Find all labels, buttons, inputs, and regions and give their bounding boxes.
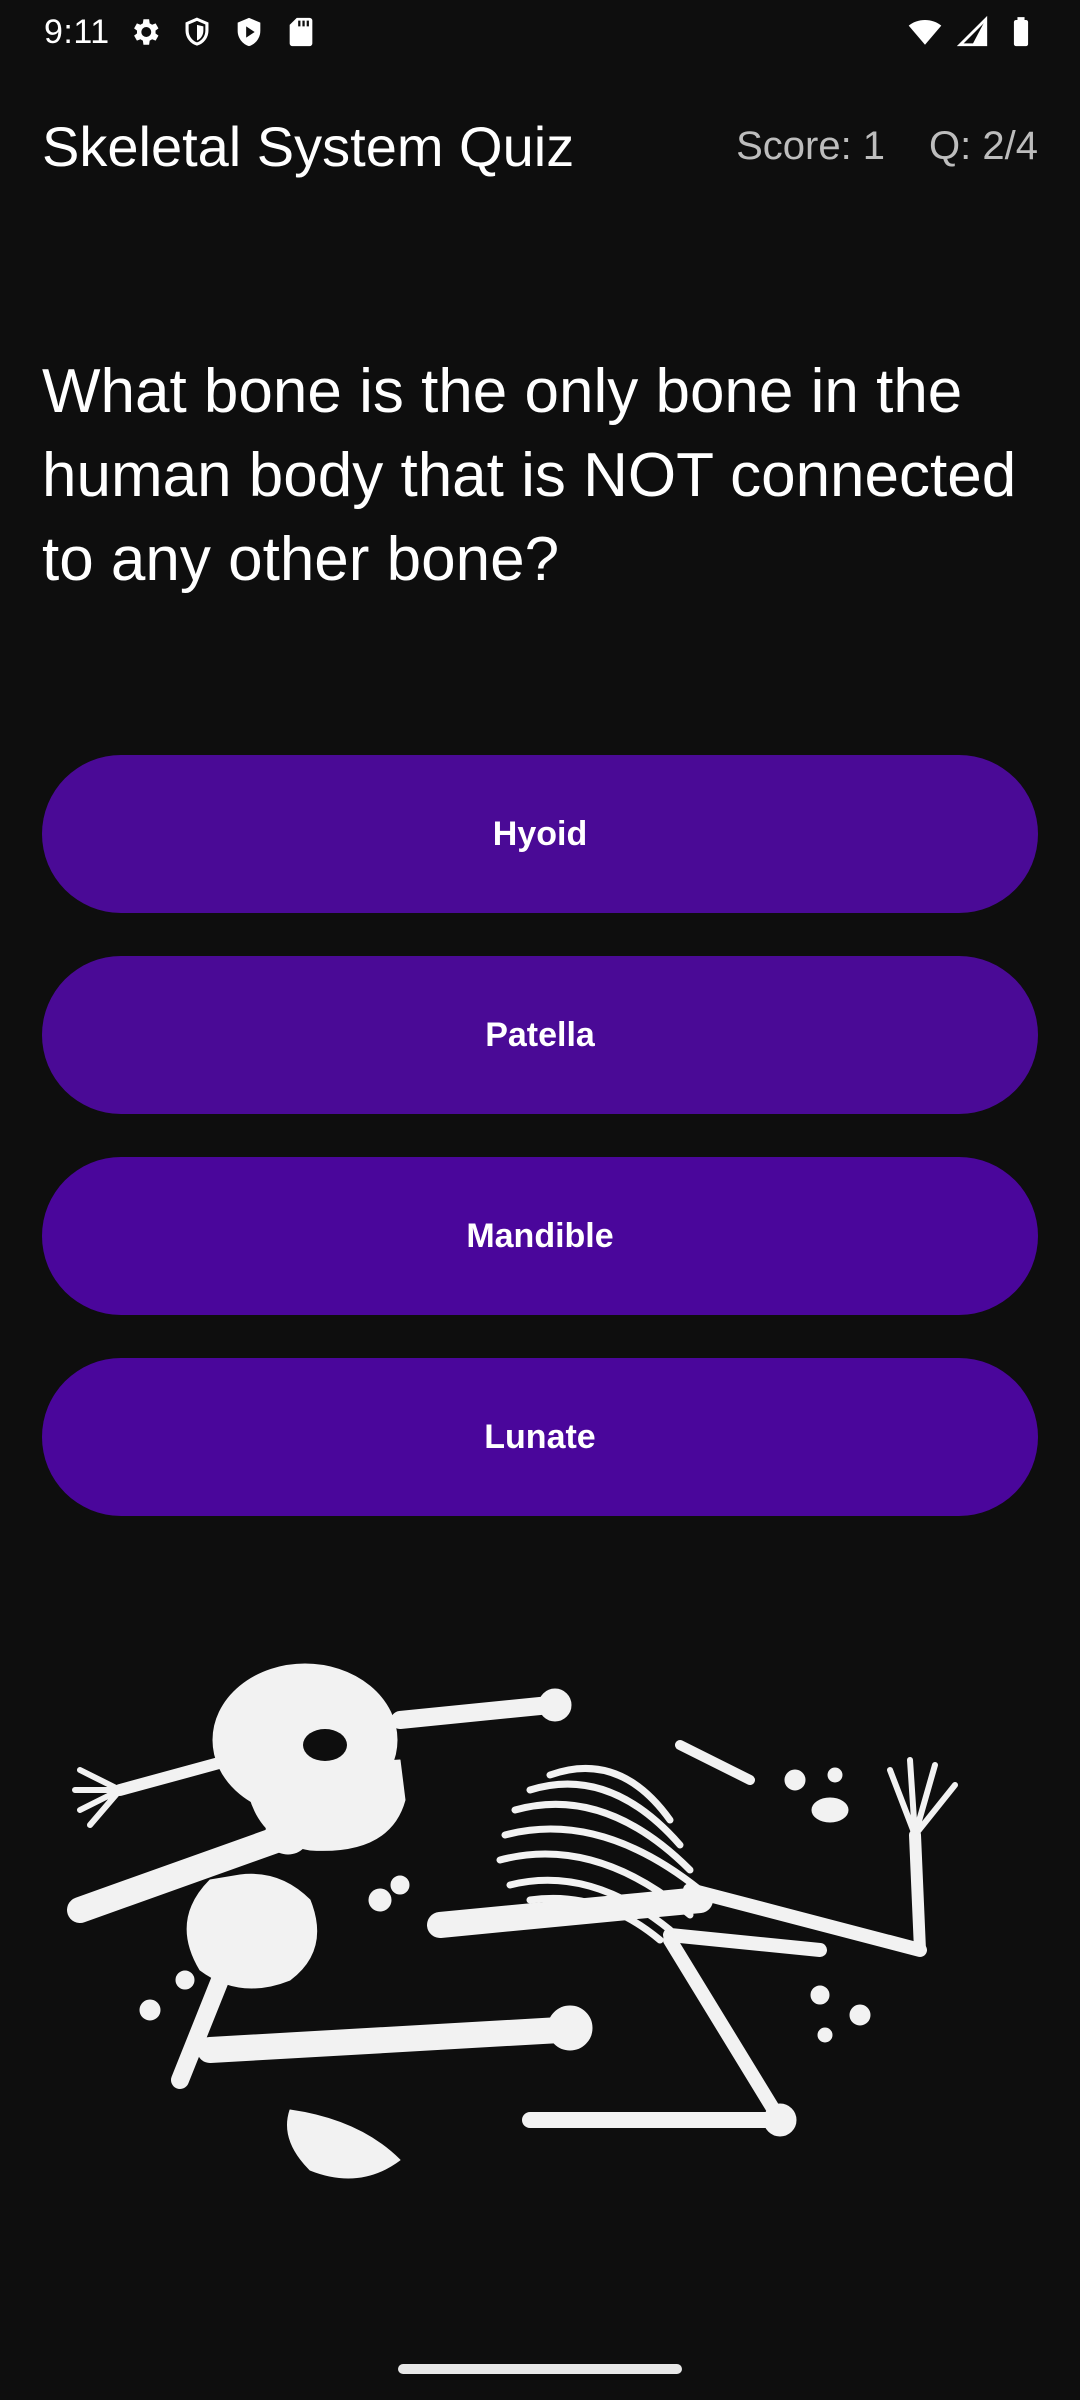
sd-card-icon — [284, 15, 318, 49]
cell-signal-icon — [956, 15, 990, 49]
header-stats: Score: 1 Q: 2/4 — [736, 124, 1038, 169]
question-counter: Q: 2/4 — [929, 123, 1038, 168]
play-shield-icon — [232, 15, 266, 49]
answer-list: Hyoid Patella Mandible Lunate — [42, 755, 1038, 1559]
question-text: What bone is the only bone in the human … — [42, 357, 1017, 594]
gesture-nav-handle[interactable] — [398, 2364, 682, 2374]
status-time: 9:11 — [44, 12, 110, 51]
quiz-screen: 9:11 Skeletal System Quiz Score: 1 Q: 2/… — [0, 0, 1080, 2400]
score-label: Score: 1 — [736, 123, 886, 168]
battery-icon — [1004, 15, 1038, 49]
shield-icon — [180, 15, 214, 49]
answer-button-patella[interactable]: Patella — [42, 956, 1038, 1114]
answer-button-lunate[interactable]: Lunate — [42, 1358, 1038, 1516]
status-bar: 9:11 — [0, 0, 1080, 64]
gear-icon — [128, 15, 162, 49]
status-right — [908, 15, 1038, 49]
answer-button-hyoid[interactable]: Hyoid — [42, 755, 1038, 913]
skeleton-drawing — [67, 1663, 958, 2179]
answer-button-mandible[interactable]: Mandible — [42, 1157, 1038, 1315]
skeleton-illustration — [60, 1650, 1020, 2230]
app-header: Skeletal System Quiz Score: 1 Q: 2/4 — [0, 100, 1080, 192]
wifi-icon — [908, 15, 942, 49]
status-left: 9:11 — [44, 13, 318, 52]
app-title: Skeletal System Quiz — [42, 114, 575, 178]
